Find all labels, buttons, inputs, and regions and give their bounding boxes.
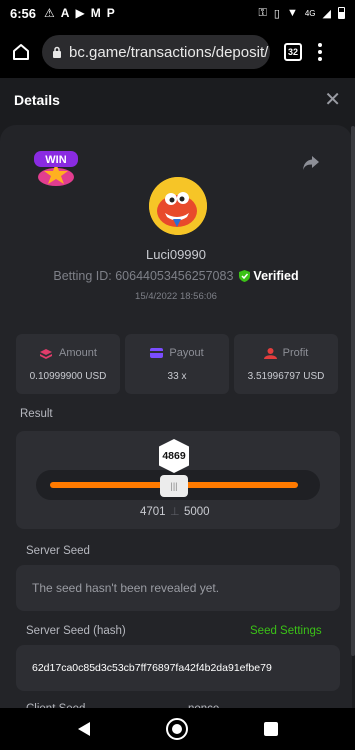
profit-icon bbox=[263, 347, 277, 359]
notification-icons: ⚠ A ▶ M P bbox=[44, 6, 115, 20]
server-seed-hash-label: Server Seed (hash) bbox=[26, 625, 126, 637]
server-seed-hash-field[interactable]: 62d17ca0c85d3c53cb7ff76897fa42f4b2da91ef… bbox=[16, 645, 340, 691]
play-icon: ▶ bbox=[75, 6, 85, 20]
range-low: 4701 bbox=[140, 506, 166, 518]
address-bar[interactable]: bc.game/transactions/deposit/ bbox=[42, 35, 270, 69]
android-nav-bar bbox=[0, 708, 355, 750]
dinosaur-avatar-icon bbox=[149, 177, 207, 235]
battery-icon bbox=[338, 7, 345, 19]
range-high: 5000 bbox=[184, 506, 210, 518]
coins-icon bbox=[40, 348, 53, 359]
betting-id-row: Betting ID: 60644053456257083 Verified bbox=[0, 269, 352, 283]
verified-label: Verified bbox=[253, 269, 299, 283]
url-text: bc.game/transactions/deposit/ bbox=[69, 43, 269, 61]
scrollbar[interactable] bbox=[351, 126, 355, 656]
seed-settings-link[interactable]: Seed Settings bbox=[250, 625, 322, 637]
font-icon: A bbox=[60, 6, 70, 20]
more-menu-button[interactable] bbox=[318, 43, 322, 61]
payout-card: Payout 33 x bbox=[125, 334, 229, 394]
warning-icon: ⚠ bbox=[44, 6, 55, 20]
profit-value: 3.51996797 USD bbox=[247, 371, 325, 382]
home-button[interactable] bbox=[8, 39, 34, 65]
browser-toolbar: bc.game/transactions/deposit/ 32 bbox=[0, 26, 355, 78]
page-title: Details bbox=[14, 92, 60, 108]
lock-icon bbox=[52, 46, 62, 58]
win-badge-icon: WIN bbox=[34, 151, 78, 186]
server-seed-label: Server Seed bbox=[26, 545, 90, 557]
p-icon: P bbox=[106, 6, 115, 20]
shield-check-icon bbox=[239, 270, 251, 282]
result-label: Result bbox=[20, 408, 53, 420]
share-icon[interactable] bbox=[302, 155, 320, 171]
details-panel: WIN Luci09990 Betting ID: 60644053456257… bbox=[0, 125, 352, 715]
result-box: ||| 4869 4701 ⊥ 5000 bbox=[16, 431, 340, 529]
network-label: 4G bbox=[304, 8, 316, 18]
recents-icon[interactable] bbox=[263, 722, 278, 736]
details-page: Details ✕ WIN Luci09990 Betting ID: 6064… bbox=[0, 78, 355, 715]
tabs-button[interactable]: 32 bbox=[284, 43, 302, 61]
system-icons: ⚿ ▯ ▼ 4G ◢ bbox=[259, 7, 345, 20]
profit-card: Profit 3.51996797 USD bbox=[234, 334, 338, 394]
result-slider-handle: ||| bbox=[160, 475, 188, 497]
status-bar: 6:56 ⚠ A ▶ M P ⚿ ▯ ▼ 4G ◢ bbox=[0, 0, 355, 26]
wifi-icon: ▼ bbox=[286, 7, 298, 19]
home-circle-icon[interactable] bbox=[165, 717, 189, 741]
details-header: Details ✕ bbox=[0, 78, 355, 122]
payout-label: Payout bbox=[169, 347, 204, 359]
vibrate-icon: ▯ bbox=[273, 7, 280, 20]
betting-id: Betting ID: 60644053456257083 bbox=[53, 269, 234, 283]
bet-timestamp: 15/4/2022 18:56:06 bbox=[135, 291, 217, 302]
avatar bbox=[149, 177, 207, 235]
key-icon: ⚿ bbox=[258, 6, 267, 19]
amount-label: Amount bbox=[59, 347, 97, 359]
amount-value: 0.10999900 USD bbox=[29, 371, 107, 382]
result-value: 4869 bbox=[159, 439, 189, 473]
badge-text: WIN bbox=[45, 154, 66, 166]
range-divider-icon: ⊥ bbox=[170, 506, 180, 518]
signal-icon: ◢ bbox=[322, 7, 331, 20]
server-seed-field: The seed hasn't been revealed yet. bbox=[16, 565, 340, 611]
verified-badge: Verified bbox=[239, 269, 299, 283]
gmail-icon: M bbox=[90, 6, 101, 20]
username: Luci09990 bbox=[146, 247, 206, 262]
back-icon[interactable] bbox=[77, 721, 91, 737]
card-icon bbox=[150, 348, 164, 358]
amount-card: Amount 0.10999900 USD bbox=[16, 334, 120, 394]
status-time: 6:56 bbox=[10, 5, 37, 21]
home-icon bbox=[13, 44, 29, 60]
payout-value: 33 x bbox=[167, 371, 187, 382]
profit-label: Profit bbox=[282, 347, 309, 359]
close-button[interactable]: ✕ bbox=[324, 90, 341, 110]
